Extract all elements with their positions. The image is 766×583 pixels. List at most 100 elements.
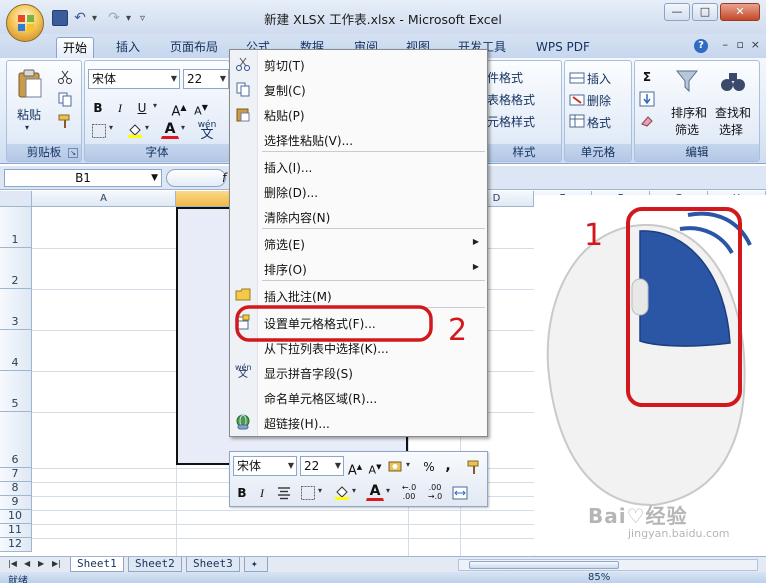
find-select-label-1[interactable]: 查找和 [715, 104, 751, 121]
font-color-dropdown-icon[interactable]: ▾ [181, 123, 185, 132]
format-painter-icon[interactable] [57, 113, 73, 129]
borders-icon[interactable] [91, 123, 107, 139]
clear-icon[interactable] [639, 113, 655, 129]
mini-fill-dropdown-icon[interactable]: ▾ [352, 486, 356, 495]
mini-format-painter-icon[interactable] [466, 459, 482, 475]
chevron-down-icon[interactable]: ▼ [335, 457, 341, 475]
mini-shrink-font-icon[interactable]: A▼ [366, 457, 384, 477]
first-sheet-icon[interactable]: |◀ [8, 559, 17, 568]
sheet-tab-sheet1[interactable]: Sheet1 [70, 557, 124, 572]
menu-item-define-name[interactable]: 命名单元格区域(R)... [230, 385, 487, 409]
row-header[interactable]: 3 [0, 289, 32, 330]
autosum-icon[interactable]: Σ [639, 67, 655, 87]
menu-item-cut[interactable]: 剪切(T) [230, 52, 487, 76]
menu-item-filter[interactable]: 筛选(E) ▶ [230, 231, 487, 255]
cut-icon[interactable] [57, 69, 73, 85]
copy-icon[interactable] [57, 91, 73, 107]
chevron-down-icon[interactable]: ▼ [151, 170, 158, 186]
underline-button[interactable]: U [133, 98, 151, 118]
menu-item-paste-special[interactable]: 选择性粘贴(V)... [230, 127, 487, 151]
tab-page-layout[interactable]: 页面布局 [164, 37, 224, 58]
minimize-button[interactable]: — [664, 3, 690, 21]
mini-accounting-format-icon[interactable] [388, 459, 404, 475]
fill-down-icon[interactable] [639, 91, 655, 107]
fill-color-icon[interactable] [127, 122, 143, 138]
ribbon-minimize-icon[interactable]: – [723, 38, 729, 51]
fill-dropdown-icon[interactable]: ▾ [145, 123, 149, 132]
chevron-down-icon[interactable]: ▼ [220, 70, 226, 88]
office-button[interactable] [6, 4, 44, 42]
menu-item-clear-contents[interactable]: 清除内容(N) [230, 204, 487, 228]
cell-styles-button[interactable]: 元格样式 [487, 113, 535, 130]
close-button[interactable]: ✕ [720, 3, 760, 21]
tab-wps-pdf[interactable]: WPS PDF [530, 37, 596, 58]
row-header[interactable]: 7 [0, 467, 32, 482]
insert-function-button[interactable]: f [166, 169, 226, 187]
insert-sheet-icon[interactable]: ✦ [244, 557, 268, 572]
horizontal-scrollbar[interactable] [458, 559, 758, 571]
font-name-combo[interactable]: 宋体 ▼ [88, 69, 180, 89]
prev-sheet-icon[interactable]: ◀ [24, 559, 30, 568]
conditional-format-button[interactable]: 件格式 [487, 69, 523, 86]
menu-item-sort[interactable]: 排序(O) ▶ [230, 256, 487, 280]
mini-font-color-icon[interactable]: A [366, 481, 384, 501]
sort-filter-label-2[interactable]: 筛选 [675, 121, 699, 138]
mini-font-color-dropdown-icon[interactable]: ▾ [386, 486, 390, 495]
last-sheet-icon[interactable]: ▶| [52, 559, 61, 568]
format-cells-menu-icon[interactable] [569, 113, 585, 129]
mini-font-name-combo[interactable]: 宋体 ▼ [233, 456, 297, 476]
format-cells-menu-label[interactable]: 格式 [587, 114, 611, 131]
row-header[interactable]: 8 [0, 481, 32, 496]
mini-borders-dropdown-icon[interactable]: ▾ [318, 486, 322, 495]
bold-button[interactable]: B [89, 98, 107, 118]
menu-item-paste[interactable]: 粘贴(P) [230, 102, 487, 126]
sort-filter-icon[interactable] [673, 67, 701, 95]
row-header[interactable]: 10 [0, 509, 32, 524]
chevron-down-icon[interactable]: ▼ [288, 457, 294, 475]
paste-label[interactable]: 粘贴 [17, 106, 41, 123]
underline-dropdown-icon[interactable]: ▾ [153, 101, 157, 110]
ribbon-restore-icon[interactable]: ▫ [737, 38, 744, 51]
delete-cells-icon[interactable] [569, 91, 585, 107]
mini-decrease-decimal-icon[interactable]: .00 →.0 [424, 482, 446, 502]
row-header[interactable]: 2 [0, 248, 32, 289]
column-header-a[interactable]: A [32, 191, 176, 207]
mini-center-align-icon[interactable] [276, 485, 292, 501]
sheet-tab-sheet2[interactable]: Sheet2 [128, 557, 182, 572]
menu-item-hyperlink[interactable]: 超链接(H)... [230, 410, 487, 434]
menu-item-insert[interactable]: 插入(I)... [230, 154, 487, 178]
delete-cells-label[interactable]: 删除 [587, 92, 611, 109]
insert-cells-icon[interactable] [569, 69, 585, 85]
binoculars-icon[interactable] [719, 67, 747, 95]
font-size-combo[interactable]: 22 ▼ [183, 69, 229, 89]
sort-filter-label-1[interactable]: 排序和 [671, 104, 707, 121]
mini-increase-decimal-icon[interactable]: ←.0.00 [398, 482, 420, 502]
italic-button[interactable]: I [111, 98, 129, 118]
row-header[interactable]: 1 [0, 207, 32, 248]
mini-grow-font-icon[interactable]: A▲ [346, 457, 364, 478]
chevron-down-icon[interactable]: ▼ [171, 70, 177, 88]
phonetic-guide-icon[interactable]: wén 文 [195, 119, 219, 141]
decrease-font-icon[interactable]: A▼ [191, 98, 211, 118]
horizontal-scrollbar-thumb[interactable] [469, 561, 619, 569]
mini-accounting-dropdown-icon[interactable]: ▾ [406, 460, 410, 469]
format-as-table-button[interactable]: 表格格式 [487, 91, 535, 108]
row-header[interactable]: 12 [0, 537, 32, 552]
mini-fill-color-icon[interactable] [334, 484, 350, 500]
mini-comma-button[interactable]: , [442, 456, 454, 476]
row-header[interactable]: 5 [0, 371, 32, 412]
mini-italic-button[interactable]: I [254, 483, 270, 503]
next-sheet-icon[interactable]: ▶ [38, 559, 44, 568]
help-icon[interactable]: ? [694, 39, 708, 53]
mini-percent-button[interactable]: % [420, 457, 438, 477]
borders-dropdown-icon[interactable]: ▾ [109, 123, 113, 132]
tab-home[interactable]: 开始 [56, 37, 95, 58]
paste-icon[interactable] [17, 69, 43, 99]
mini-borders-icon[interactable] [300, 485, 316, 501]
sheet-tab-sheet3[interactable]: Sheet3 [186, 557, 240, 572]
maximize-button[interactable]: □ [692, 3, 718, 21]
increase-font-icon[interactable]: A▲ [169, 98, 189, 119]
find-select-label-2[interactable]: 选择 [719, 121, 743, 138]
select-all-corner[interactable] [0, 191, 32, 207]
menu-item-show-phonetic[interactable]: wén 文 显示拼音字段(S) [230, 360, 487, 384]
